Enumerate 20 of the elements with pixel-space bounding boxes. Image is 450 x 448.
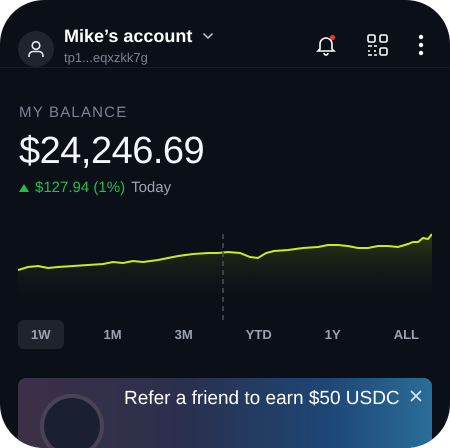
account-name[interactable]: Mike’s account (64, 26, 192, 46)
more-options-icon[interactable] (418, 34, 424, 56)
time-range-tab[interactable]: 1W (18, 320, 64, 349)
chevron-down-icon[interactable] (202, 32, 214, 40)
wallet-address: tp1...eqxzkk7g (64, 50, 149, 64)
notification-bell-icon[interactable] (314, 33, 338, 57)
time-range-tab[interactable]: 3M (162, 320, 206, 349)
time-range-tab[interactable]: 1Y (312, 320, 354, 349)
balance-change: $127.94 (1%) (35, 179, 126, 196)
avatar-icon[interactable] (18, 31, 54, 67)
time-range-tab[interactable]: 1M (90, 320, 135, 349)
banner-title: Refer a friend to earn $50 USDC (124, 388, 400, 410)
close-icon[interactable] (410, 390, 422, 402)
balance-label: MY BALANCE (19, 104, 128, 121)
qr-code-icon[interactable] (366, 33, 390, 57)
referral-banner[interactable]: Refer a friend to earn $50 USDC (18, 378, 432, 448)
change-period: Today (131, 179, 172, 196)
time-range-tab[interactable]: YTD (232, 320, 285, 349)
time-range-tab[interactable]: ALL (380, 320, 432, 349)
balance-amount: $24,246.69 (19, 129, 206, 173)
